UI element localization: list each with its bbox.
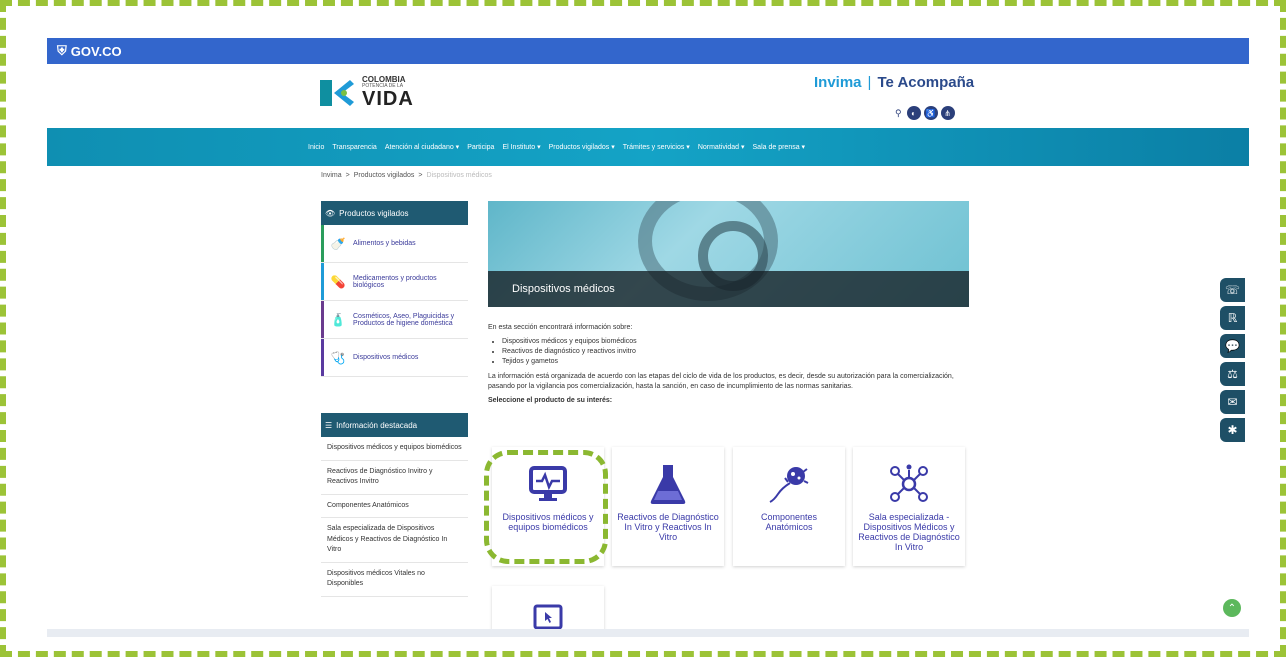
invima-logo[interactable]: Invima | Te Acompaña [814,74,974,91]
info-item[interactable]: Sala especializada de Dispositivos Médic… [321,518,468,563]
cursor-monitor-icon [533,604,563,630]
productos-sidebar: 👁 Productos vigilados 🍼 Alimentos y bebi… [321,201,468,377]
card-reactivos[interactable]: Reactivos de Diagnóstico In Vitro y Reac… [612,447,724,566]
breadcrumb-invima[interactable]: Invima [321,172,342,179]
sidebar-item-bar [321,339,324,376]
info-sidebar: ☰ Información destacada Dispositivos méd… [321,413,468,597]
cosmetics-icon: 🧴 [330,312,346,327]
nav-item-transparencia[interactable]: Transparencia [332,144,377,151]
header-tools: ⚲ ◐ ♿ ⋔ [895,106,955,120]
invima-tagline: Te Acompaña [877,74,975,91]
breadcrumb-separator: > [345,172,350,179]
gov-label[interactable]: GOV.CO [71,44,122,59]
sitemap-icon[interactable]: ⋔ [940,106,955,120]
info-header: ☰ Información destacada [321,413,468,437]
browser-page: ⛨ GOV.CO COLOMBIA POTENCIA DE LA VIDA In… [47,38,1249,637]
intro-text: En esta sección encontrará información s… [488,324,633,331]
info-item[interactable]: Reactivos de Diagnóstico Invitro y React… [321,461,468,495]
bottle-icon: 🍼 [330,236,346,251]
list-item: Dispositivos médicos y equipos biomédico… [502,337,973,347]
colombia-logo-mark-icon [320,78,356,108]
selection-highlight [484,450,608,564]
taskbar [47,629,1249,637]
card-sala[interactable]: Sala especializada - Dispositivos Médico… [853,447,965,566]
nav-item-prensa[interactable]: Sala de prensa ▾ [753,143,806,151]
list-item: Reactivos de diagnóstico y reactivos inv… [502,347,973,357]
sidebar-item-label: Cosméticos, Aseo, Plaguicidas y Producto… [353,312,455,327]
select-label: Seleccione el producto de su interés: [488,396,613,404]
phone-icon[interactable]: ☏ [1220,278,1245,302]
rss-icon[interactable]: ℝ [1220,306,1245,330]
nav-item-instituto[interactable]: El Instituto ▾ [502,143,540,151]
site-header: COLOMBIA POTENCIA DE LA VIDA Invima | Te… [47,64,1249,128]
nav-item-tramites[interactable]: Trámites y servicios ▾ [623,143,690,151]
chat-icon[interactable]: 💬 [1220,334,1245,358]
intro-content: En esta sección encontrará información s… [488,323,973,406]
list-icon: ☰ [325,420,333,430]
card-label: Reactivos de Diagnóstico In Vitro y Reac… [617,512,719,542]
breadcrumb-productos[interactable]: Productos vigilados [354,172,415,179]
colombia-logo[interactable]: COLOMBIA POTENCIA DE LA VIDA [320,76,414,109]
alert-icon[interactable]: ✱ [1220,418,1245,442]
sidebar-item-dispositivos[interactable]: 🩺 Dispositivos médicos [321,339,468,377]
contrast-icon[interactable]: ◐ [906,106,921,120]
sidebar-item-bar [321,301,324,338]
sidebar-title: Productos vigilados [339,208,409,218]
hero-caption: Dispositivos médicos [488,271,969,307]
invima-brand: Invima [814,74,862,91]
sidebar-item-label: Dispositivos médicos [353,354,419,361]
card-componentes[interactable]: Componentes Anatómicos [733,447,845,566]
info-item[interactable]: Dispositivos médicos Vitales no Disponib… [321,563,468,597]
sidebar-item-medicamentos[interactable]: 💊 Medicamentos y productos biológicos [321,263,468,301]
intro-paragraph: La información está organizada de acuerd… [488,372,954,390]
mail-icon[interactable]: ✉ [1220,390,1245,414]
card-label: Sala especializada - Dispositivos Médico… [858,512,960,552]
breadcrumb-current: Dispositivos médicos [426,172,492,179]
accessibility-icon[interactable]: ♿ [923,106,938,120]
flask-icon [645,461,691,507]
pills-icon: 💊 [330,274,346,289]
nav-item-atencion[interactable]: Atención al ciudadano ▾ [385,143,459,151]
sidebar-header: 👁 Productos vigilados [321,201,468,225]
scroll-top-button[interactable]: ⌃ [1223,599,1241,617]
network-icon [886,461,932,507]
info-item[interactable]: Componentes Anatómicos [321,495,468,518]
search-icon[interactable]: ⚲ [895,108,902,119]
list-item: Tejidos y gametos [502,357,973,367]
logo-line3: VIDA [362,88,414,110]
hero-banner: Dispositivos médicos [488,201,969,307]
gov-shield-icon: ⛨ [57,43,67,58]
main-nav: Inicio Transparencia Atención al ciudada… [47,128,1249,166]
invima-separator: | [867,74,872,91]
sign-language-icon[interactable]: ⚖ [1220,362,1245,386]
sidebar-item-alimentos[interactable]: 🍼 Alimentos y bebidas [321,225,468,263]
card-label: Componentes Anatómicos [760,512,818,532]
nav-item-normatividad[interactable]: Normatividad ▾ [698,143,745,151]
sidebar-item-label: Medicamentos y productos biológicos [353,274,437,289]
eye-icon: 👁 [325,208,336,218]
info-item[interactable]: Dispositivos médicos y equipos biomédico… [321,437,468,461]
breadcrumb-separator: > [418,172,423,179]
stethoscope-icon: 🩺 [330,350,346,365]
info-title: Información destacada [336,420,418,430]
sidebar-item-bar [321,263,324,300]
sidebar-item-bar [321,225,324,262]
gov-bar: ⛨ GOV.CO [47,38,1249,64]
floating-toolbar: ☏ ℝ 💬 ⚖ ✉ ✱ [1220,278,1245,442]
cell-icon [766,461,812,507]
nav-item-productos[interactable]: Productos vigilados ▾ [549,143,615,151]
sidebar-item-cosmeticos[interactable]: 🧴 Cosméticos, Aseo, Plaguicidas y Produc… [321,301,468,339]
sidebar-item-label: Alimentos y bebidas [353,240,416,247]
breadcrumb: Invima > Productos vigilados > Dispositi… [321,172,492,179]
nav-item-inicio[interactable]: Inicio [308,144,324,151]
nav-item-participa[interactable]: Participa [467,144,494,151]
